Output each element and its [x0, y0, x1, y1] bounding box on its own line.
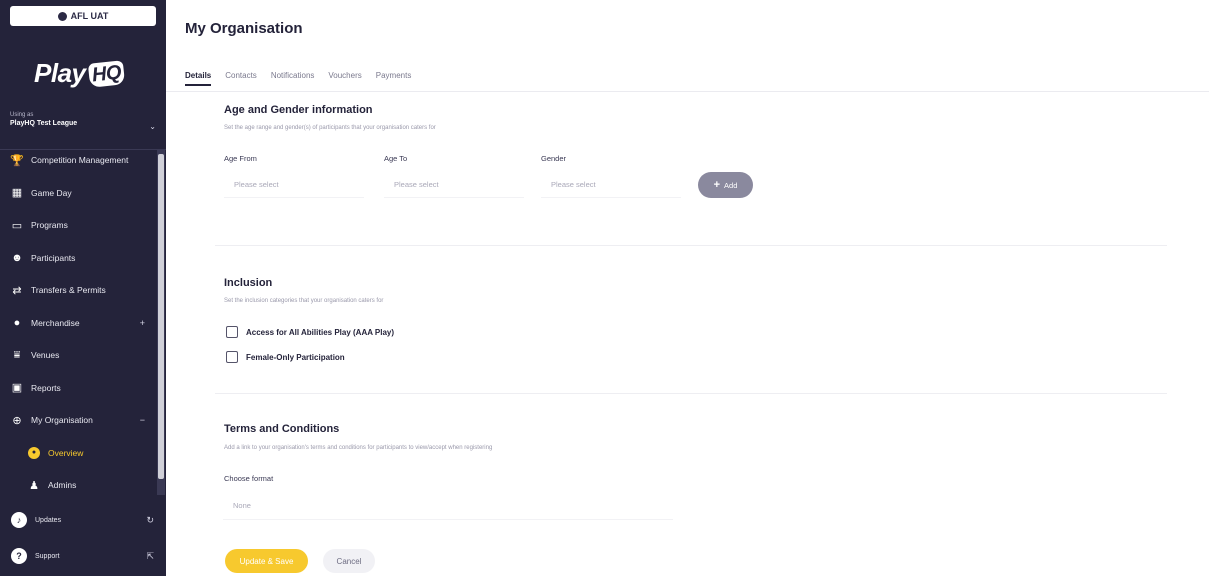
- sidebar-nav: 🏆 Competition Management ▦ Game Day ▭ Pr…: [0, 144, 157, 502]
- expand-icon[interactable]: +: [140, 318, 145, 328]
- inclusion-description: Set the inclusion categories that your o…: [224, 298, 384, 304]
- sidebar-item-label: Support: [35, 552, 60, 560]
- update-save-button[interactable]: Update & Save: [225, 549, 308, 573]
- gender-label: Gender: [541, 154, 567, 163]
- sidebar-item-my-organisation[interactable]: ⊕ My Organisation −: [0, 404, 157, 437]
- sidebar-item-label: Transfers & Permits: [31, 285, 106, 296]
- sidebar-bottom-nav: ♪ Updates ↻ ? Support ⇱: [0, 502, 166, 574]
- environment-label: AFL UAT: [70, 11, 109, 21]
- checkbox-female-only[interactable]: Female-Only Participation: [226, 351, 345, 363]
- chart-icon: ▣: [11, 382, 23, 395]
- sidebar-item-label: Merchandise: [31, 317, 80, 328]
- environment-dot-icon: [57, 11, 67, 21]
- environment-badge: AFL UAT: [10, 6, 156, 26]
- sidebar: AFL UAT Play HQ Using as PlayHQ Test Lea…: [0, 0, 166, 576]
- sidebar-item-support[interactable]: ? Support ⇱: [0, 538, 166, 574]
- transfer-icon: ⇄: [12, 284, 22, 297]
- bell-icon: ♪: [11, 512, 27, 528]
- shirt-icon: ●: [13, 316, 21, 329]
- sidebar-subitem-admins[interactable]: ♟ Admins: [0, 469, 157, 502]
- sidebar-item-label: Programs: [31, 220, 68, 231]
- plus-icon: +: [713, 179, 721, 191]
- sidebar-item-label: Admins: [48, 480, 77, 491]
- people-icon: ☻: [11, 251, 23, 264]
- page-title: My Organisation: [185, 20, 303, 37]
- terms-description: Add a link to your organisation's terms …: [224, 445, 493, 451]
- sidebar-item-label: Reports: [31, 382, 61, 393]
- choose-format-label: Choose format: [224, 474, 274, 483]
- tab-bar: Details Contacts Notifications Vouchers …: [185, 71, 425, 86]
- book-icon: ▭: [11, 219, 23, 232]
- trophy-icon: 🏆: [10, 154, 24, 167]
- external-link-icon: ⇱: [146, 550, 154, 561]
- section-divider: [215, 393, 1167, 394]
- tabs-divider: [166, 91, 1209, 92]
- add-age-gender-button[interactable]: + Add: [698, 172, 753, 198]
- sidebar-item-participants[interactable]: ☻ Participants: [0, 242, 157, 275]
- sidebar-item-game-day[interactable]: ▦ Game Day: [0, 177, 157, 210]
- section-divider: [215, 245, 1167, 246]
- cancel-button[interactable]: Cancel: [323, 549, 375, 573]
- collapse-icon[interactable]: −: [140, 415, 145, 425]
- sidebar-item-updates[interactable]: ♪ Updates ↻: [0, 502, 166, 538]
- female-only-label: Female-Only Participation: [246, 352, 345, 362]
- sidebar-item-transfers-permits[interactable]: ⇄ Transfers & Permits: [0, 274, 157, 307]
- main-content: My Organisation Details Contacts Notific…: [166, 0, 1209, 576]
- overview-icon: ●: [28, 446, 40, 459]
- sidebar-item-label: Updates: [35, 516, 62, 524]
- app-root: AFL UAT Play HQ Using as PlayHQ Test Lea…: [0, 0, 1209, 576]
- globe-icon: ⊕: [12, 414, 22, 427]
- sidebar-item-label: Participants: [31, 252, 76, 263]
- question-icon: ?: [11, 548, 27, 564]
- admin-icon: ♟: [29, 479, 39, 492]
- checkbox-aaa-play[interactable]: Access for All Abilities Play (AAA Play): [226, 326, 394, 338]
- age-gender-description: Set the age range and gender(s) of parti…: [224, 125, 436, 131]
- stadium-icon: ⩸: [13, 348, 21, 361]
- scoreboard-icon: ▦: [11, 187, 23, 200]
- sidebar-scrollbar-thumb[interactable]: [158, 154, 164, 479]
- sidebar-item-label: Game Day: [31, 187, 72, 198]
- sidebar-item-label: My Organisation: [31, 415, 93, 426]
- choose-format-select[interactable]: None: [223, 492, 673, 520]
- tab-contacts[interactable]: Contacts: [225, 71, 257, 86]
- current-organisation: PlayHQ Test League: [10, 120, 78, 127]
- tab-payments[interactable]: Payments: [376, 71, 412, 86]
- gender-select[interactable]: Please select: [541, 172, 681, 198]
- terms-title: Terms and Conditions: [224, 423, 340, 435]
- logo-hq-text: HQ: [87, 59, 125, 88]
- sidebar-item-programs[interactable]: ▭ Programs: [0, 209, 157, 242]
- sidebar-item-label: Venues: [31, 350, 60, 361]
- age-from-label: Age From: [224, 154, 257, 163]
- inclusion-title: Inclusion: [224, 277, 273, 289]
- sidebar-item-reports[interactable]: ▣ Reports: [0, 372, 157, 405]
- sidebar-item-label: Competition Management: [31, 155, 129, 166]
- sidebar-item-merchandise[interactable]: ● Merchandise +: [0, 307, 157, 340]
- sidebar-subitem-overview[interactable]: ● Overview: [0, 437, 157, 470]
- age-to-select[interactable]: Please select: [384, 172, 524, 198]
- refresh-icon: ↻: [146, 514, 154, 525]
- aaa-play-checkbox[interactable]: [226, 326, 238, 338]
- tab-details[interactable]: Details: [185, 71, 212, 86]
- tab-notifications[interactable]: Notifications: [271, 71, 315, 86]
- using-as-label: Using as: [10, 112, 34, 118]
- add-button-label: Add: [724, 180, 738, 190]
- playhq-logo[interactable]: Play HQ: [34, 58, 125, 89]
- sidebar-item-venues[interactable]: ⩸ Venues: [0, 339, 157, 372]
- sidebar-scrollbar[interactable]: [157, 150, 165, 495]
- age-gender-title: Age and Gender information: [224, 104, 373, 116]
- sidebar-item-competition-management[interactable]: 🏆 Competition Management: [0, 144, 157, 177]
- logo-play-text: Play: [34, 58, 86, 88]
- female-only-checkbox[interactable]: [226, 351, 238, 363]
- sidebar-item-label: Overview: [48, 447, 84, 458]
- age-to-label: Age To: [384, 154, 408, 163]
- age-from-select[interactable]: Please select: [224, 172, 364, 198]
- tab-vouchers[interactable]: Vouchers: [328, 71, 361, 86]
- chevron-down-icon: ⌄: [149, 122, 156, 131]
- aaa-play-label: Access for All Abilities Play (AAA Play): [246, 327, 395, 337]
